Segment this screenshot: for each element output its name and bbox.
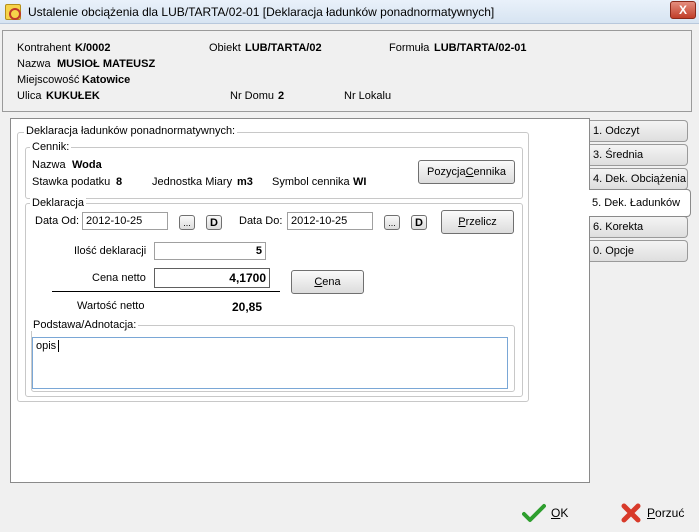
cena-button[interactable]: Cena [291,270,364,294]
stawka-label: Stawka podatku [32,176,111,188]
jednostka-label: Jednostka Miary [152,176,233,188]
header-info-panel: Kontrahent K/0002 Obiekt LUB/TARTA/02 Fo… [2,30,692,112]
wartosc-netto-label: Wartość netto [77,300,145,312]
pozycja-button-key: C [465,166,474,178]
symbol-label: Symbol cennika [272,176,350,188]
cennik-group: Cennik: Nazwa Woda Stawka podatku 8 Jedn… [25,141,523,199]
declaration-group: Deklaracja ładunków ponadnormatywnych: C… [17,125,529,402]
formula-label: Formuła [389,42,430,54]
podstawa-title: Podstawa/Adnotacja: [31,319,139,331]
tab-opcje[interactable]: 0. Opcje [590,240,688,262]
stawka-value: 8 [116,176,123,188]
tab-dek-obciazenia[interactable]: 4. Dek. Obciążenia [590,168,688,190]
cennik-nazwa-value: Woda [72,159,102,171]
tab-odczyt[interactable]: 1. Odczyt [590,120,688,142]
porzuc-button[interactable]: Porzuć [620,502,684,524]
tab-korekta[interactable]: 6. Korekta [590,216,688,238]
data-od-label: Data Od: [35,215,80,227]
data-do-label: Data Do: [239,215,283,227]
formula-value: LUB/TARTA/02-01 [434,42,527,54]
wartosc-netto-value: 20,85 [231,300,262,314]
obiekt-value: LUB/TARTA/02 [245,42,322,54]
text-caret [58,340,63,352]
pozycja-cennika-button[interactable]: Pozycja Cennika [418,160,515,184]
nazwa-value: MUSIOŁ MATEUSZ [57,58,156,70]
tab-srednia[interactable]: 3. Średnia [590,144,688,166]
app-icon [5,4,21,20]
cena-netto-input[interactable]: 4,1700 [154,268,270,288]
pozycja-button-post: ennika [473,166,506,178]
symbol-value: WI [353,176,367,188]
data-do-d-button[interactable]: D [411,215,427,230]
miejscowosc-value: Katowice [82,74,131,86]
ok-label: OK [551,506,569,520]
data-do-picker-button[interactable]: ... [384,215,400,230]
deklaracja-group: Deklaracja Data Od: 2012-10-25 ... D Dat… [25,197,523,397]
jednostka-value: m3 [237,176,253,188]
podstawa-text: opis [36,340,57,352]
cena-button-rest: ena [322,276,341,288]
cena-button-key: C [314,276,323,288]
nr-domu-label: Nr Domu [230,90,275,102]
pozycja-button-pre: Pozycja [427,166,466,178]
main-panel: Deklaracja ładunków ponadnormatywnych: C… [10,118,590,483]
kontrahent-value: K/0002 [75,42,111,54]
sum-divider [52,291,280,292]
ok-button[interactable]: OK [522,503,568,523]
data-od-d-button[interactable]: D [206,215,222,230]
podstawa-group: Podstawa/Adnotacja: opis [31,319,515,392]
kontrahent-label: Kontrahent [17,42,71,54]
deklaracja-title: Deklaracja [30,197,86,209]
obiekt-label: Obiekt [209,42,241,54]
przelicz-button[interactable]: Przelicz [441,210,514,234]
close-button[interactable]: X [670,1,696,19]
porzuc-label: Porzuć [647,506,685,520]
cennik-nazwa-label: Nazwa [32,159,66,171]
ilosc-label: Ilość deklaracji [74,245,147,257]
cennik-title: Cennik: [30,141,72,153]
ulica-label: Ulica [17,90,42,102]
przelicz-rest: rzelicz [465,216,497,228]
data-od-input[interactable]: 2012-10-25 [82,212,168,230]
cancel-x-icon [621,503,641,523]
data-do-input[interactable]: 2012-10-25 [287,212,373,230]
checkmark-icon [522,504,546,522]
declaration-group-title: Deklaracja ładunków ponadnormatywnych: [24,125,238,137]
cena-netto-label: Cena netto [92,272,146,284]
nr-domu-value: 2 [278,90,285,102]
ilosc-input[interactable]: 5 [154,242,266,260]
przelicz-key: P [458,216,466,228]
podstawa-textarea[interactable]: opis [32,337,508,389]
window-title: Ustalenie obciążenia dla LUB/TARTA/02-01… [28,5,495,19]
nazwa-label: Nazwa [17,58,51,70]
miejscowosc-label: Miejscowość [17,74,80,86]
nr-lokalu-label: Nr Lokalu [344,90,392,102]
ulica-value: KUKUŁEK [46,90,100,102]
title-bar: Ustalenie obciążenia dla LUB/TARTA/02-01… [0,0,699,24]
data-od-picker-button[interactable]: ... [179,215,195,230]
tab-dek-ladunkow[interactable]: 5. Dek. Ładunków [589,189,691,217]
